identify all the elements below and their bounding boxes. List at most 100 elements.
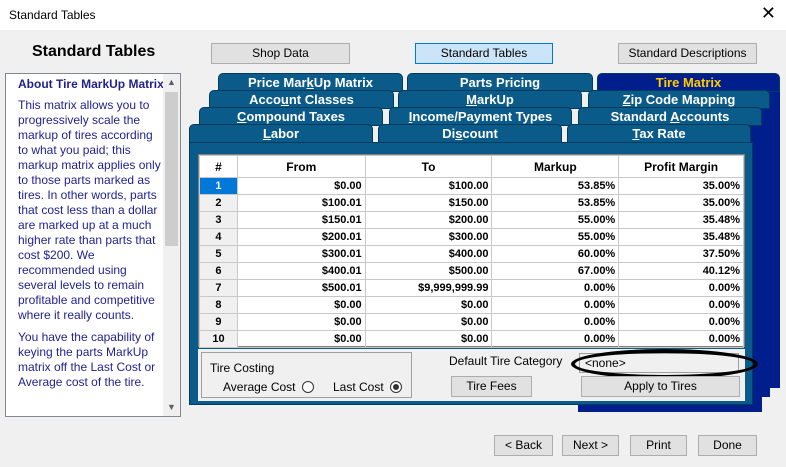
row-number[interactable]: 2: [199, 194, 238, 212]
from-cell[interactable]: $0.00: [236, 330, 366, 348]
from-cell[interactable]: $0.00: [236, 177, 366, 195]
table-row[interactable]: 10 $0.00 $0.00 0.00% 0.00%: [199, 330, 744, 348]
row-number[interactable]: 9: [199, 313, 238, 331]
scroll-up-icon[interactable]: ▲: [163, 74, 180, 91]
from-cell[interactable]: $200.01: [236, 228, 366, 246]
help-scrollbar[interactable]: ▲ ▼: [163, 74, 180, 416]
table-row[interactable]: 8 $0.00 $0.00 0.00% 0.00%: [199, 296, 744, 314]
tire-costing-group: Tire Costing Average Cost Last Cost: [201, 352, 412, 398]
profit-margin-cell[interactable]: 35.48%: [618, 211, 744, 229]
from-cell[interactable]: $150.01: [236, 211, 366, 229]
row-number[interactable]: 1: [199, 177, 238, 195]
profit-margin-cell[interactable]: 0.00%: [618, 313, 744, 331]
apply-to-tires-button[interactable]: Apply to Tires: [581, 376, 740, 397]
markup-cell[interactable]: 53.85%: [491, 194, 620, 212]
profit-margin-cell[interactable]: 40.12%: [618, 262, 744, 280]
tire-costing-legend: Tire Costing: [210, 361, 275, 375]
scroll-thumb[interactable]: [165, 92, 178, 246]
print-button[interactable]: Print: [630, 435, 687, 456]
to-cell[interactable]: $200.00: [364, 211, 493, 229]
standard-tables-button[interactable]: Standard Tables: [415, 43, 553, 64]
to-cell[interactable]: $0.00: [364, 313, 493, 331]
table-row[interactable]: 3 $150.01 $200.00 55.00% 35.48%: [199, 211, 744, 229]
profit-margin-cell[interactable]: 0.00%: [618, 279, 744, 297]
tire-matrix-grid[interactable]: # From To Markup Profit Margin 1 $0.00 $10…: [198, 154, 745, 348]
table-row[interactable]: 2 $100.01 $150.00 53.85% 35.00%: [199, 194, 744, 212]
to-cell[interactable]: $100.00: [364, 177, 493, 195]
table-row[interactable]: 9 $0.00 $0.00 0.00% 0.00%: [199, 313, 744, 331]
header-to: To: [364, 155, 493, 178]
highlight-ellipse: [571, 349, 758, 379]
help-title: About Tire MarkUp Matrix: [18, 77, 164, 91]
tab-tax-rate[interactable]: Tax Rate: [567, 124, 751, 143]
next-button[interactable]: Next >: [562, 435, 619, 456]
row-number[interactable]: 7: [199, 279, 238, 297]
to-cell[interactable]: $300.00: [364, 228, 493, 246]
window-title: Standard Tables: [9, 8, 96, 22]
markup-cell[interactable]: 0.00%: [491, 279, 620, 297]
markup-cell[interactable]: 0.00%: [491, 296, 620, 314]
from-cell[interactable]: $0.00: [236, 296, 366, 314]
done-button[interactable]: Done: [698, 435, 757, 456]
table-row[interactable]: 6 $400.01 $500.00 67.00% 40.12%: [199, 262, 744, 280]
close-icon[interactable]: ✕: [761, 5, 776, 23]
row-number[interactable]: 10: [199, 330, 238, 348]
markup-cell[interactable]: 55.00%: [491, 228, 620, 246]
row-number[interactable]: 4: [199, 228, 238, 246]
markup-table: # From To Markup Profit Margin 1 $0.00 $10…: [199, 155, 744, 348]
scroll-down-icon[interactable]: ▼: [163, 399, 180, 416]
header-from: From: [236, 155, 366, 178]
row-number[interactable]: 3: [199, 211, 238, 229]
help-content: About Tire MarkUp Matrix This matrix all…: [18, 77, 164, 397]
profit-margin-cell[interactable]: 0.00%: [618, 330, 744, 348]
row-number[interactable]: 5: [199, 245, 238, 263]
table-row[interactable]: 4 $200.01 $300.00 55.00% 35.48%: [199, 228, 744, 246]
profit-margin-cell[interactable]: 37.50%: [618, 245, 744, 263]
markup-cell[interactable]: 0.00%: [491, 330, 620, 348]
to-cell[interactable]: $0.00: [364, 296, 493, 314]
to-cell[interactable]: $150.00: [364, 194, 493, 212]
shop-data-button[interactable]: Shop Data: [211, 43, 350, 64]
profit-margin-cell[interactable]: 35.00%: [618, 177, 744, 195]
average-cost-label: Average Cost: [223, 380, 296, 394]
markup-cell[interactable]: 67.00%: [491, 262, 620, 280]
header-number: #: [199, 155, 238, 178]
default-tire-category-label: Default Tire Category: [449, 354, 563, 368]
from-cell[interactable]: $0.00: [236, 313, 366, 331]
standard-descriptions-button[interactable]: Standard Descriptions: [618, 43, 757, 64]
table-row[interactable]: 5 $300.01 $400.00 60.00% 37.50%: [199, 245, 744, 263]
table-row[interactable]: 1 $0.00 $100.00 53.85% 35.00%: [199, 177, 744, 195]
to-cell[interactable]: $0.00: [364, 330, 493, 348]
markup-cell[interactable]: 55.00%: [491, 211, 620, 229]
tab-labor[interactable]: Labor: [189, 124, 373, 143]
average-cost-radio-icon[interactable]: [301, 381, 314, 393]
matrix-options: Tire Costing Average Cost Last Cost Defa…: [198, 349, 758, 401]
markup-cell[interactable]: 0.00%: [491, 313, 620, 331]
tab-discount[interactable]: Discount: [378, 124, 562, 143]
profit-margin-cell[interactable]: 0.00%: [618, 296, 744, 314]
to-cell[interactable]: $9,999,999.99: [364, 279, 493, 297]
from-cell[interactable]: $400.01: [236, 262, 366, 280]
table-header-row: # From To Markup Profit Margin: [199, 155, 744, 178]
help-paragraph-2: You have the capability of keying the pa…: [18, 330, 156, 389]
profit-margin-cell[interactable]: 35.48%: [618, 228, 744, 246]
from-cell[interactable]: $100.01: [236, 194, 366, 212]
help-panel[interactable]: About Tire MarkUp Matrix This matrix all…: [5, 73, 181, 417]
row-number[interactable]: 8: [199, 296, 238, 314]
average-cost-radio[interactable]: Average Cost: [223, 380, 314, 394]
tire-fees-button[interactable]: Tire Fees: [451, 376, 532, 397]
back-button[interactable]: < Back: [494, 435, 553, 456]
from-cell[interactable]: $500.01: [236, 279, 366, 297]
last-cost-radio-icon[interactable]: [389, 381, 402, 393]
header-markup: Markup: [491, 155, 620, 178]
markup-cell[interactable]: 53.85%: [491, 177, 620, 195]
row-number[interactable]: 6: [199, 262, 238, 280]
title-bar: Standard Tables ✕: [0, 0, 786, 30]
table-row[interactable]: 7 $500.01 $9,999,999.99 0.00% 0.00%: [199, 279, 744, 297]
from-cell[interactable]: $300.01: [236, 245, 366, 263]
last-cost-radio[interactable]: Last Cost: [333, 380, 402, 394]
markup-cell[interactable]: 60.00%: [491, 245, 620, 263]
to-cell[interactable]: $500.00: [364, 262, 493, 280]
profit-margin-cell[interactable]: 35.00%: [618, 194, 744, 212]
to-cell[interactable]: $400.00: [364, 245, 493, 263]
